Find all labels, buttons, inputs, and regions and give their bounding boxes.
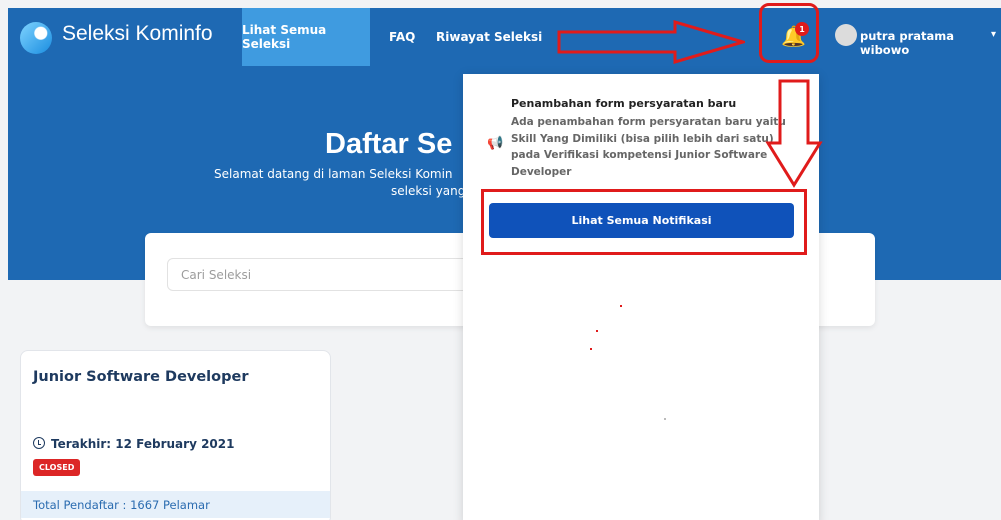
job-card[interactable]: Junior Software Developer Terakhir: 12 F… (20, 350, 331, 520)
page-title: Daftar Se (325, 128, 453, 160)
nav-faq[interactable]: FAQ (389, 30, 415, 44)
loading-dot (590, 348, 592, 350)
clock-icon (33, 437, 45, 449)
search-input[interactable] (167, 258, 487, 291)
nav-lihat-semua-seleksi[interactable]: Lihat Semua Seleksi (242, 8, 370, 66)
notification-item-title[interactable]: Penambahan form persyaratan baru (511, 97, 736, 110)
job-deadline: Terakhir: 12 February 2021 (33, 437, 234, 451)
brand-title[interactable]: Seleksi Kominfo (62, 22, 213, 46)
loading-dot (620, 305, 622, 307)
notification-count-badge: 1 (795, 22, 809, 36)
username-menu[interactable]: putra pratama wibowo (860, 29, 1001, 57)
total-applicants: Total Pendaftar : 1667 Pelamar (21, 491, 330, 518)
loading-dot (664, 418, 666, 420)
status-badge: CLOSED (33, 459, 81, 476)
megaphone-icon: 📢 (487, 136, 504, 151)
chevron-down-icon[interactable]: ▾ (991, 29, 996, 40)
loading-dot (596, 330, 598, 332)
see-all-notifications-button[interactable]: Lihat Semua Notifikasi (489, 203, 794, 238)
kominfo-logo-icon[interactable] (20, 22, 52, 54)
job-deadline-text: Terakhir: 12 February 2021 (51, 437, 235, 451)
hero-subtitle-line2: seleksi yang (391, 184, 466, 198)
notification-item-body[interactable]: Ada penambahan form persyaratan baru yai… (511, 114, 791, 180)
annotation-arrow-down-icon (765, 79, 823, 188)
nav-riwayat-seleksi[interactable]: Riwayat Seleksi (436, 30, 542, 44)
job-title[interactable]: Junior Software Developer (33, 369, 248, 385)
hero-subtitle-line1: Selamat datang di laman Seleksi Komin (214, 167, 453, 181)
avatar[interactable] (835, 24, 857, 46)
annotation-arrow-right-icon (557, 20, 745, 64)
